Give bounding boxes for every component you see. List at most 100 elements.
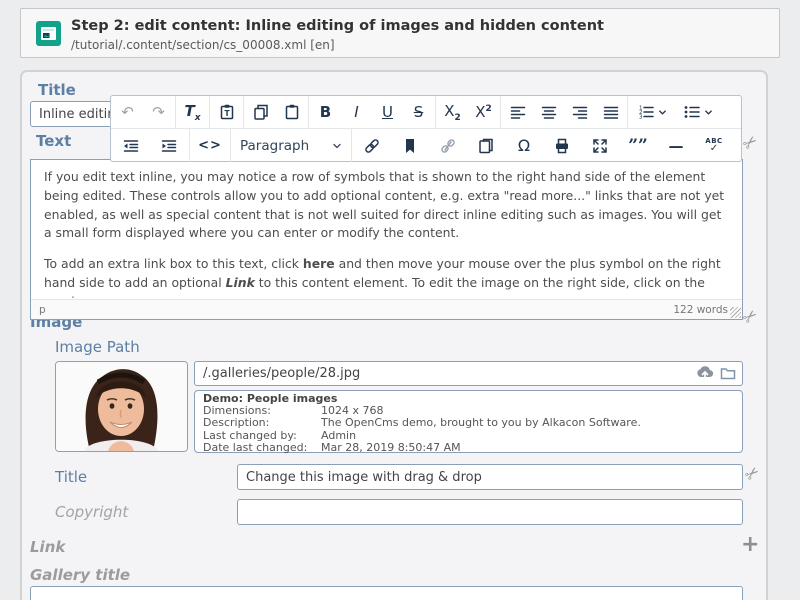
paste-as-text-button[interactable]: T — [211, 97, 242, 128]
editor-header: Step 2: edit content: Inline editing of … — [20, 8, 780, 58]
subscript-button[interactable]: X2 — [437, 97, 468, 128]
richtext-toolbar: ↶ ↷ Tx T — [110, 95, 742, 162]
clear-formatting-icon: Tx — [184, 102, 200, 123]
align-right-button[interactable] — [564, 97, 595, 128]
title-field-label: Title — [38, 81, 76, 99]
editor-resize-handle[interactable] — [730, 307, 741, 318]
here-bold-text: here — [303, 256, 335, 271]
chevron-down-icon — [704, 108, 713, 117]
print-button[interactable] — [543, 130, 581, 161]
unlink-button[interactable] — [429, 130, 467, 161]
unlink-icon — [439, 137, 457, 155]
link-icon — [363, 137, 381, 155]
align-left-icon — [509, 103, 527, 121]
insert-template-button[interactable] — [467, 130, 505, 161]
paragraph-format-dropdown[interactable]: Paragraph — [232, 130, 350, 161]
source-code-icon: <> — [198, 138, 222, 153]
text-field-label: Text — [36, 132, 71, 150]
align-justify-icon — [602, 103, 620, 121]
anchor-button[interactable] — [391, 130, 429, 161]
gallery-title-label: Gallery title — [30, 566, 130, 584]
content-type-icon — [36, 21, 61, 46]
gallery-folder-icon[interactable] — [719, 364, 737, 382]
portrait-photo — [56, 362, 187, 451]
image-path-field — [194, 361, 743, 386]
document-copy-icon — [477, 137, 495, 155]
insert-link-button[interactable] — [353, 130, 391, 161]
image-title-input[interactable] — [237, 464, 743, 490]
image-preview-thumbnail[interactable] — [55, 361, 188, 452]
bookmark-icon — [401, 137, 419, 155]
source-code-button[interactable]: <> — [191, 130, 229, 161]
upload-icon[interactable] — [696, 364, 714, 382]
paste-as-text-icon: T — [218, 103, 236, 121]
underline-button[interactable]: U — [372, 97, 403, 128]
toolbar-row-2: <> Paragraph — [111, 129, 741, 162]
undo-button[interactable]: ↶ — [112, 97, 143, 128]
superscript-button[interactable]: X2 — [468, 97, 499, 128]
gallery-title-input[interactable] — [30, 586, 743, 600]
omega-icon: Ω — [518, 136, 530, 155]
ordered-list-icon: 1 2 3 — [637, 103, 655, 121]
align-left-button[interactable] — [502, 97, 533, 128]
spellcheck-button[interactable]: ABC ✓ — [695, 130, 733, 161]
blockquote-icon: ”” — [628, 136, 648, 156]
copyright-label: Copyright — [55, 503, 128, 521]
svg-text:T: T — [224, 109, 230, 118]
copy-icon — [252, 103, 270, 121]
image-info-box: Demo: People images Dimensions:1024 x 76… — [194, 390, 743, 453]
richtext-editor: If you edit text inline, you may notice … — [30, 159, 743, 320]
strikethrough-button[interactable]: S — [403, 97, 434, 128]
paste-icon — [283, 103, 301, 121]
toolbar-row-1: ↶ ↷ Tx T — [111, 96, 741, 129]
redo-button[interactable]: ↷ — [143, 97, 174, 128]
fullscreen-icon — [591, 137, 609, 155]
image-title-label: Title — [55, 468, 87, 486]
opencms-content-editor: Step 2: edit content: Inline editing of … — [0, 0, 800, 600]
outdent-icon — [122, 137, 140, 155]
copyright-input[interactable] — [237, 499, 743, 525]
image-info-row: Description:The OpenCms demo, brought to… — [203, 417, 734, 429]
svg-text:3: 3 — [639, 115, 643, 121]
superscript-icon: X2 — [475, 103, 492, 121]
outdent-button[interactable] — [112, 130, 150, 161]
indent-button[interactable] — [150, 130, 188, 161]
image-info-title: Demo: People images — [203, 393, 734, 405]
italic-icon: I — [354, 103, 358, 121]
fullscreen-button[interactable] — [581, 130, 619, 161]
indent-icon — [160, 137, 178, 155]
paragraph-format-value: Paragraph — [240, 138, 309, 154]
align-right-icon — [571, 103, 589, 121]
paste-button[interactable] — [276, 97, 307, 128]
horizontal-rule-icon: — — [669, 137, 684, 155]
richtext-content[interactable]: If you edit text inline, you may notice … — [31, 160, 742, 299]
italic-button[interactable]: I — [341, 97, 372, 128]
resource-path: /tutorial/.content/section/cs_00008.xml … — [71, 38, 335, 52]
image-info-row: Date last changed:Mar 28, 2019 8:50:47 A… — [203, 442, 734, 454]
redo-icon: ↷ — [152, 103, 165, 121]
align-center-icon — [540, 103, 558, 121]
blockquote-button[interactable]: ”” — [619, 130, 657, 161]
chevron-down-icon — [332, 141, 342, 151]
chevron-down-icon — [658, 108, 667, 117]
align-center-button[interactable] — [533, 97, 564, 128]
image-info-row: Last changed by:Admin — [203, 430, 734, 442]
bullet-list-button[interactable] — [675, 97, 721, 128]
link-bold-italic-text: Link — [226, 275, 255, 290]
strikethrough-icon: S — [414, 103, 424, 121]
image-path-input[interactable] — [194, 361, 743, 386]
element-path[interactable]: p — [39, 304, 46, 316]
special-character-button[interactable]: Ω — [505, 130, 543, 161]
paragraph-1: If you edit text inline, you may notice … — [44, 168, 729, 243]
editor-statusbar: p 122 words — [31, 299, 742, 319]
copy-button[interactable] — [245, 97, 276, 128]
ordered-list-button[interactable]: 1 2 3 — [629, 97, 675, 128]
link-section-label: Link — [30, 538, 65, 556]
add-link-button[interactable]: + — [741, 534, 759, 556]
subscript-icon: X2 — [444, 102, 461, 123]
horizontal-rule-button[interactable]: — — [657, 130, 695, 161]
bold-button[interactable]: B — [310, 97, 341, 128]
spellcheck-icon: ABC ✓ — [705, 138, 722, 154]
align-justify-button[interactable] — [595, 97, 626, 128]
clear-formatting-button[interactable]: Tx — [177, 97, 208, 128]
